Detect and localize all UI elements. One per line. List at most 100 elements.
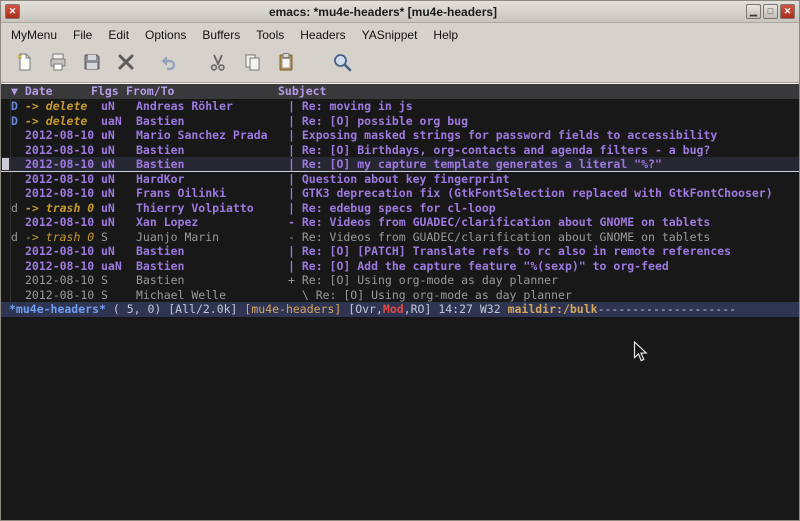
fringe-scrollbar[interactable] bbox=[1, 215, 11, 230]
fringe-scrollbar[interactable] bbox=[1, 114, 11, 129]
modeline-segment: [Ovr, bbox=[341, 302, 383, 316]
fringe-scrollbar[interactable] bbox=[1, 244, 11, 259]
window-menu-button[interactable]: ✕ bbox=[5, 4, 20, 19]
fringe-scrollbar[interactable] bbox=[1, 157, 11, 171]
column-header-date[interactable]: ▼ Date bbox=[1, 84, 91, 99]
minimize-button[interactable]: ▁ bbox=[746, 4, 761, 19]
menu-item-file[interactable]: File bbox=[65, 25, 100, 45]
mark-cell bbox=[11, 186, 25, 201]
menu-item-help[interactable]: Help bbox=[425, 25, 466, 45]
maximize-button[interactable]: □ bbox=[763, 4, 778, 19]
menu-item-options[interactable]: Options bbox=[137, 25, 194, 45]
save-button[interactable] bbox=[77, 51, 107, 79]
from-cell: HardKor bbox=[136, 172, 288, 187]
from-cell: Andreas Röhler bbox=[136, 99, 288, 114]
subject-cell: | Re: edebug specs for cl-loop bbox=[288, 201, 799, 216]
message-row[interactable]: 2012-08-10 uN Bastien | Re: [O] [PATCH] … bbox=[1, 244, 799, 259]
subject-cell: - Re: Videos from GUADEC/clarification a… bbox=[288, 230, 799, 245]
fringe-scrollbar[interactable] bbox=[1, 143, 11, 158]
fringe-scrollbar[interactable] bbox=[1, 99, 11, 114]
mark-cell: d bbox=[11, 230, 25, 245]
message-row[interactable]: 2012-08-10 S Bastien + Re: [O] Using org… bbox=[1, 273, 799, 288]
close-icon: ✕ bbox=[784, 7, 792, 16]
mode-line[interactable]: *mu4e-headers* ( 5, 0) [All/2.0k] [mu4e-… bbox=[1, 302, 799, 317]
undo-button[interactable] bbox=[153, 51, 183, 79]
message-row[interactable]: 2012-08-10 uaN Bastien | Re: [O] Add the… bbox=[1, 259, 799, 274]
subject-cell: | Re: [O] Add the capture feature "%(sex… bbox=[288, 259, 799, 274]
menu-item-yasnippet[interactable]: YASnippet bbox=[354, 25, 426, 45]
from-cell: Michael Welle bbox=[136, 288, 288, 303]
copy-icon bbox=[242, 52, 262, 77]
mark-cell: D bbox=[11, 114, 25, 129]
from-cell: Bastien bbox=[136, 244, 288, 259]
new-file-icon bbox=[14, 52, 34, 77]
echo-area bbox=[1, 317, 799, 520]
message-row[interactable]: d -> trash 0 S Juanjo Marin - Re: Videos… bbox=[1, 230, 799, 245]
flags-cell: uN bbox=[101, 215, 136, 230]
flags-cell: uN bbox=[101, 143, 136, 158]
new-file-button[interactable] bbox=[9, 51, 39, 79]
message-list: D -> delete uN Andreas Röhler | Re: movi… bbox=[1, 99, 799, 302]
subject-cell: | Re: [O] my capture template generates … bbox=[288, 157, 799, 171]
from-cell: Bastien bbox=[136, 273, 288, 288]
cut-button[interactable] bbox=[203, 51, 233, 79]
close-button[interactable]: ✕ bbox=[780, 4, 795, 19]
fringe-scrollbar[interactable] bbox=[1, 259, 11, 274]
message-row[interactable]: 2012-08-10 uN Bastien | Re: [O] my captu… bbox=[1, 157, 799, 172]
subject-cell: | Exposing masked strings for password f… bbox=[288, 128, 799, 143]
fringe-scrollbar[interactable] bbox=[1, 186, 11, 201]
message-row[interactable]: D -> delete uaN Bastien | Re: [O] possib… bbox=[1, 114, 799, 129]
from-cell: Bastien bbox=[136, 114, 288, 129]
date-cell: 2012-08-10 bbox=[25, 128, 101, 143]
flags-cell: uN bbox=[101, 244, 136, 259]
message-row[interactable]: 2012-08-10 uN Bastien | Re: [O] Birthday… bbox=[1, 143, 799, 158]
paste-button[interactable] bbox=[271, 51, 301, 79]
message-row[interactable]: 2012-08-10 uN Mario Sanchez Prada | Expo… bbox=[1, 128, 799, 143]
search-button[interactable] bbox=[327, 51, 357, 79]
message-row[interactable]: 2012-08-10 uN HardKor | Question about k… bbox=[1, 172, 799, 187]
fringe-scrollbar[interactable] bbox=[1, 201, 11, 216]
menu-item-headers[interactable]: Headers bbox=[292, 25, 353, 45]
menu-item-edit[interactable]: Edit bbox=[100, 25, 137, 45]
undo-icon bbox=[158, 52, 178, 77]
cut-icon bbox=[208, 52, 228, 77]
print-button[interactable] bbox=[43, 51, 73, 79]
from-cell: Xan Lopez bbox=[136, 215, 288, 230]
mark-cell bbox=[11, 157, 25, 171]
from-cell: Bastien bbox=[136, 157, 288, 171]
message-row[interactable]: D -> delete uN Andreas Röhler | Re: movi… bbox=[1, 99, 799, 114]
column-header-from[interactable]: From/To bbox=[126, 84, 278, 99]
date-cell: 2012-08-10 bbox=[25, 273, 101, 288]
message-row[interactable]: 2012-08-10 S Michael Welle \ Re: [O] Usi… bbox=[1, 288, 799, 303]
copy-button[interactable] bbox=[237, 51, 267, 79]
mark-cell bbox=[11, 288, 25, 303]
message-row[interactable]: 2012-08-10 uN Frans Oilinki | GTK3 depre… bbox=[1, 186, 799, 201]
menu-item-mymenu[interactable]: MyMenu bbox=[3, 25, 65, 45]
message-row[interactable]: d -> trash 0 uN Thierry Volpiatto | Re: … bbox=[1, 201, 799, 216]
date-cell: 2012-08-10 bbox=[25, 215, 101, 230]
date-cell: 2012-08-10 bbox=[25, 244, 101, 259]
modeline-segment: 14:27 W32 bbox=[438, 302, 507, 316]
menu-item-tools[interactable]: Tools bbox=[248, 25, 292, 45]
from-cell: Bastien bbox=[136, 143, 288, 158]
flags-cell: S bbox=[101, 230, 136, 245]
from-cell: Frans Oilinki bbox=[136, 186, 288, 201]
modeline-segment: *mu4e-headers* bbox=[9, 302, 106, 316]
fringe-scrollbar[interactable] bbox=[1, 230, 11, 245]
flags-cell: uN bbox=[101, 186, 136, 201]
menu-item-buffers[interactable]: Buffers bbox=[194, 25, 248, 45]
column-header-flags[interactable]: Flgs bbox=[91, 84, 126, 99]
close-buffer-button[interactable] bbox=[111, 51, 141, 79]
fringe-scrollbar[interactable] bbox=[1, 273, 11, 288]
flags-cell: uN bbox=[101, 157, 136, 171]
column-header-subject[interactable]: Subject bbox=[278, 84, 799, 99]
subject-cell: | Re: [O] possible org bug bbox=[288, 114, 799, 129]
window-title: emacs: *mu4e-headers* [mu4e-headers] bbox=[20, 5, 746, 19]
mark-cell bbox=[11, 143, 25, 158]
fringe-scrollbar[interactable] bbox=[1, 128, 11, 143]
message-row[interactable]: 2012-08-10 uN Xan Lopez - Re: Videos fro… bbox=[1, 215, 799, 230]
date-cell: -> delete bbox=[25, 99, 101, 114]
fringe-scrollbar[interactable] bbox=[1, 288, 11, 303]
print-icon bbox=[48, 52, 68, 77]
fringe-scrollbar[interactable] bbox=[1, 172, 11, 187]
